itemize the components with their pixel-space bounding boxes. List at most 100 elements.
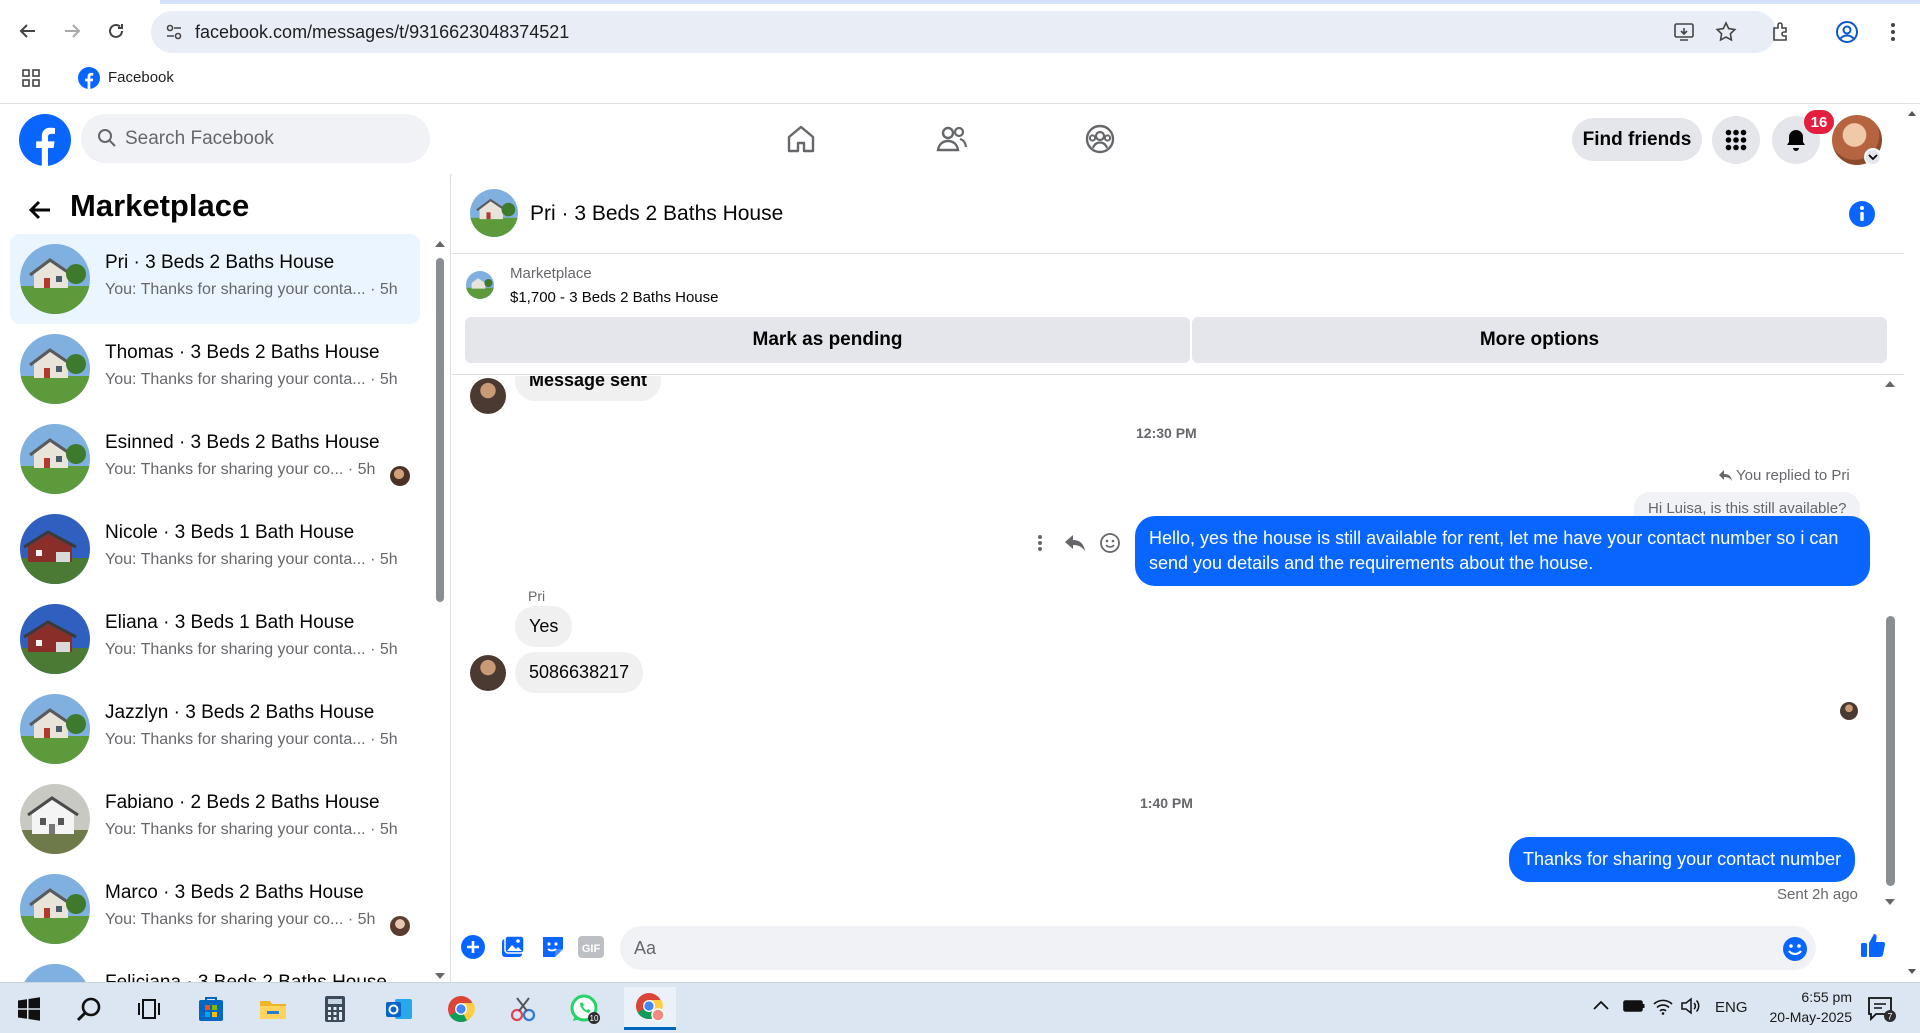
chrome-icon[interactable]	[438, 987, 484, 1030]
chevron-up-icon[interactable]	[1592, 999, 1610, 1011]
tab-strip	[160, 0, 1920, 4]
bookmark-facebook[interactable]: Facebook	[108, 69, 174, 86]
sent-message-bubble[interactable]: Hello, yes the house is still available …	[1135, 516, 1870, 586]
extensions-icon[interactable]	[1766, 17, 1796, 47]
scroll-down-icon[interactable]	[1884, 898, 1896, 906]
more-actions-icon[interactable]	[1027, 530, 1053, 556]
forward-icon[interactable]	[56, 15, 88, 47]
sidebar-scrollbar[interactable]	[433, 240, 445, 982]
clock-time[interactable]: 6:55 pm	[1776, 989, 1852, 1005]
conversation-item[interactable]: Thomas · 3 Beds 2 Baths House You: Thank…	[10, 324, 420, 414]
back-icon[interactable]	[12, 15, 44, 47]
more-options-button[interactable]: More options	[1192, 317, 1887, 363]
conversation-name: Marco · 3 Beds 2 Baths House	[105, 882, 364, 903]
install-app-icon[interactable]	[1673, 21, 1695, 43]
conversation-item[interactable]: Jazzlyn · 3 Beds 2 Baths House You: Than…	[10, 684, 420, 774]
file-explorer-icon[interactable]	[250, 987, 296, 1030]
reload-icon[interactable]	[100, 15, 132, 47]
browser-toolbar: facebook.com/messages/t/9316623048374521…	[0, 0, 1920, 104]
reply-icon[interactable]	[1062, 530, 1088, 556]
message-bubble[interactable]: Message sent	[515, 376, 662, 401]
listing-thumbnail	[20, 244, 90, 314]
wifi-icon[interactable]	[1652, 997, 1674, 1015]
sent-status: Sent 2h ago	[1777, 886, 1858, 903]
emoji-icon[interactable]	[1782, 936, 1808, 962]
received-message-bubble[interactable]: 5086638217	[515, 652, 644, 693]
clock-date[interactable]: 20-May-2025	[1756, 1009, 1853, 1025]
conversation-item[interactable]: Esinned · 3 Beds 2 Baths House You: Than…	[10, 414, 420, 504]
info-icon[interactable]	[1848, 200, 1876, 228]
snipping-tool-icon[interactable]	[500, 987, 546, 1030]
conversation-item[interactable]: Pri · 3 Beds 2 Baths House You: Thanks f…	[10, 234, 420, 324]
conversation-item[interactable]: Marco · 3 Beds 2 Baths House You: Thanks…	[10, 864, 420, 954]
mark-as-pending-button[interactable]: Mark as pending	[465, 317, 1190, 363]
calculator-icon[interactable]	[312, 987, 358, 1030]
gif-icon[interactable]: GIF	[576, 932, 606, 962]
received-message-bubble[interactable]: Yes	[515, 606, 573, 647]
conversation-title[interactable]: Pri · 3 Beds 2 Baths House	[530, 202, 783, 226]
menu-grid-icon[interactable]	[1712, 116, 1760, 164]
photo-icon[interactable]	[498, 932, 528, 962]
volume-icon[interactable]	[1680, 997, 1702, 1015]
scroll-down-icon[interactable]	[434, 972, 446, 980]
scrollbar-thumb[interactable]	[436, 258, 444, 602]
conversation-item[interactable]: Feliciana · 3 Beds 2 Baths House	[10, 954, 420, 982]
search-icon[interactable]	[66, 987, 112, 1030]
listing-thumbnail	[20, 694, 90, 764]
listing-thumbnail	[20, 604, 90, 674]
whatsapp-icon[interactable]: 10	[562, 987, 608, 1030]
listing-thumbnail[interactable]	[466, 271, 494, 299]
plus-circle-icon[interactable]	[458, 932, 488, 962]
conversation-preview: You: Thanks for sharing your conta... · …	[105, 731, 398, 748]
listing-thumbnail	[20, 514, 90, 584]
scroll-up-icon[interactable]	[434, 240, 446, 248]
react-smiley-icon[interactable]	[1097, 530, 1123, 556]
listing-thumbnail	[20, 424, 90, 494]
find-friends-button[interactable]: Find friends	[1572, 118, 1702, 161]
listing-thumbnail	[20, 964, 90, 982]
profile-icon[interactable]	[1832, 17, 1862, 47]
page-scrollbar[interactable]	[1904, 104, 1920, 982]
conversation-preview: You: Thanks for sharing your conta... · …	[105, 641, 398, 658]
bookmark-star-icon[interactable]	[1715, 21, 1737, 43]
scroll-up-icon[interactable]	[1907, 110, 1917, 117]
outlook-icon[interactable]	[376, 987, 422, 1030]
address-bar[interactable]: facebook.com/messages/t/9316623048374521	[151, 11, 1776, 53]
windows-start-icon[interactable]	[6, 987, 52, 1030]
scrollbar-thumb[interactable]	[1886, 616, 1895, 886]
search-input[interactable]: Search Facebook	[81, 114, 430, 163]
apps-grid-icon[interactable]	[22, 69, 40, 87]
message-composer: GIF Aa	[452, 914, 1904, 980]
conversation-avatar[interactable]	[470, 189, 518, 237]
conversation-item[interactable]: Nicole · 3 Beds 1 Bath House You: Thanks…	[10, 504, 420, 594]
battery-icon[interactable]	[1622, 998, 1646, 1014]
message-input[interactable]: Aa	[620, 926, 1816, 970]
conversation-item[interactable]: Eliana · 3 Beds 1 Bath House You: Thanks…	[10, 594, 420, 684]
site-settings-icon[interactable]	[165, 23, 183, 41]
sent-message-bubble[interactable]: Thanks for sharing your contact number	[1509, 837, 1856, 882]
back-arrow-icon[interactable]	[22, 192, 58, 228]
home-icon[interactable]	[778, 116, 824, 162]
chevron-down-icon[interactable]	[1864, 148, 1882, 166]
thumbs-up-icon[interactable]	[1858, 930, 1888, 960]
friends-icon[interactable]	[928, 116, 974, 162]
notification-center-icon[interactable]: 7	[1866, 995, 1896, 1023]
store-icon[interactable]	[188, 987, 234, 1030]
listing-price[interactable]: $1,700 - 3 Beds 2 Baths House	[510, 289, 718, 306]
menu-kebab-icon[interactable]	[1878, 17, 1908, 47]
conversation-item[interactable]: Fabiano · 2 Beds 2 Baths House You: Than…	[10, 774, 420, 864]
sender-avatar[interactable]	[470, 655, 506, 691]
language-indicator[interactable]: ENG	[1715, 999, 1748, 1016]
scroll-up-icon[interactable]	[1884, 380, 1896, 388]
groups-icon[interactable]	[1077, 116, 1123, 162]
conversation-name: Esinned · 3 Beds 2 Baths House	[105, 432, 380, 453]
sticker-icon[interactable]	[538, 932, 568, 962]
facebook-favicon-icon[interactable]	[78, 67, 100, 89]
scroll-down-icon[interactable]	[1907, 968, 1917, 975]
conversation-preview: You: Thanks for sharing your conta... · …	[105, 281, 398, 298]
timestamp-separator: 1:40 PM	[1140, 795, 1193, 811]
task-view-icon[interactable]	[126, 987, 172, 1030]
facebook-logo-icon[interactable]	[19, 114, 71, 166]
chat-scrollbar[interactable]	[1882, 376, 1896, 911]
chrome-active-icon[interactable]	[624, 987, 676, 1030]
